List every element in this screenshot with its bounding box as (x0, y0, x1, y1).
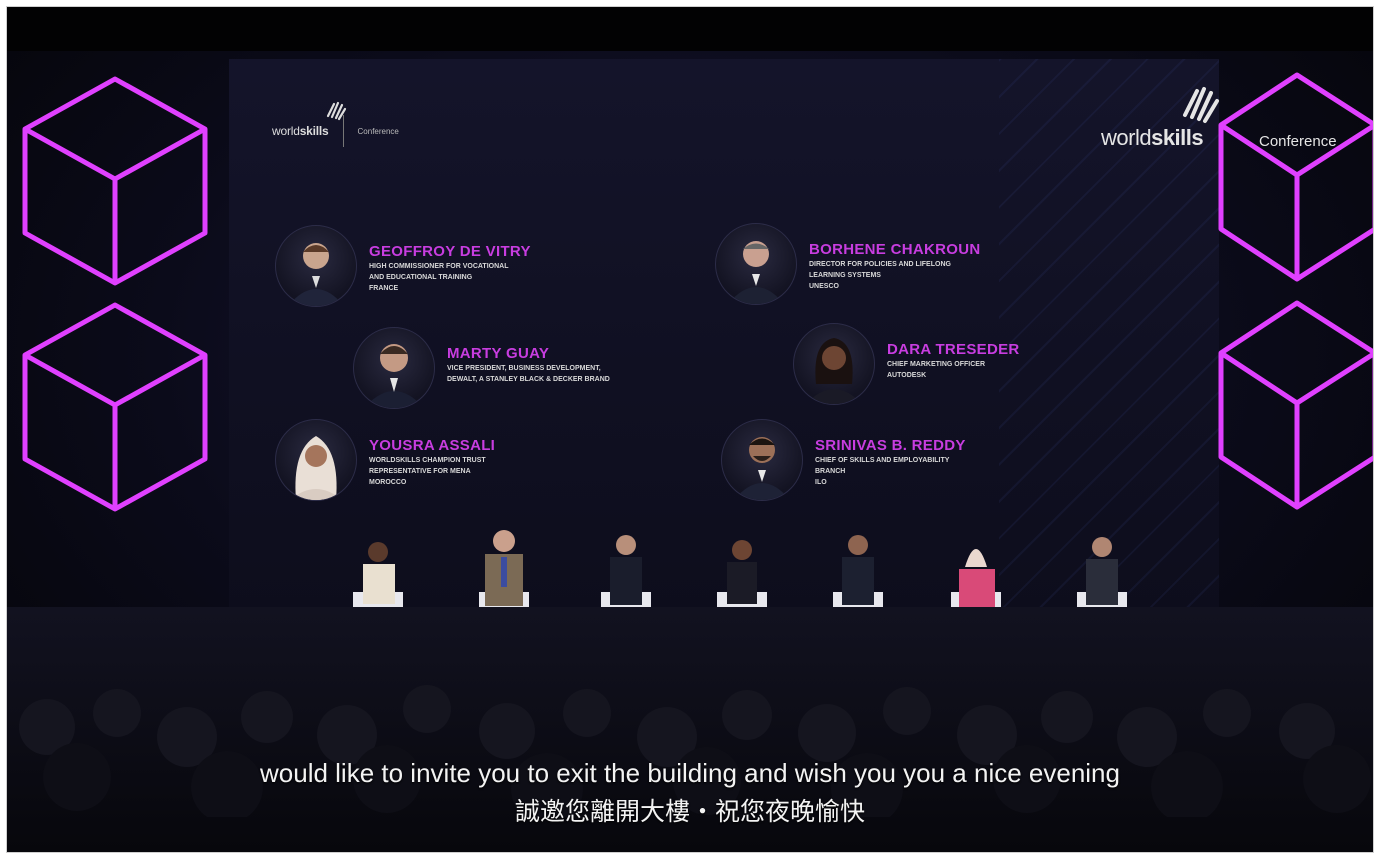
logo-wordmark: worldskills (1101, 125, 1204, 150)
hexagon-cube-icon (1218, 72, 1373, 282)
logo-subtitle: Conference (357, 126, 399, 136)
logo-subtitle: Conference (1259, 133, 1337, 150)
speaker-role-line: CHIEF MARKETING OFFICER (887, 361, 985, 368)
speaker-card: MARTY GUAY VICE PRESIDENT, BUSINESS DEVE… (353, 327, 610, 409)
subtitle-chinese: 誠邀您離開大樓・祝您夜晚愉快 (514, 798, 865, 826)
speaker-name: BORHENE CHAKROUN (809, 241, 981, 258)
video-frame[interactable]: worldskills Conference worldskills Confe… (6, 6, 1374, 853)
speaker-role-line: UNESCO (809, 283, 839, 290)
speaker-role-line: BRANCH (815, 468, 846, 475)
speaker-role-line: FRANCE (369, 285, 399, 292)
hexagon-cube-icon (1218, 300, 1373, 510)
speaker-card: DARA TRESEDER CHIEF MARKETING OFFICER AU… (793, 323, 1020, 405)
hexagon-cube-icon (22, 76, 208, 286)
letterbox-top (7, 7, 1373, 51)
speaker-role-line: AND EDUCATIONAL TRAINING (369, 274, 473, 281)
hand-logo-icon (326, 101, 347, 121)
avatar (721, 419, 803, 501)
speaker-role-line: VICE PRESIDENT, BUSINESS DEVELOPMENT, (447, 365, 601, 372)
speaker-name: SRINIVAS B. REDDY (815, 437, 966, 454)
speaker-card: SRINIVAS B. REDDY CHIEF OF SKILLS AND EM… (721, 419, 966, 501)
speaker-role-line: ILO (815, 479, 827, 486)
speaker-role-line: MOROCCO (369, 479, 407, 486)
speaker-role-line: WORLDSKILLS CHAMPION TRUST (369, 457, 486, 464)
speaker-role-line: LEARNING SYSTEMS (809, 272, 881, 279)
speaker-role-line: REPRESENTATIVE FOR MENA (369, 468, 471, 475)
speaker-name: MARTY GUAY (447, 345, 550, 362)
avatar (275, 225, 357, 307)
avatar (715, 223, 797, 305)
speaker-name: YOUSRA ASSALI (369, 437, 496, 454)
avatar (353, 327, 435, 409)
hexagon-cube-icon (22, 302, 208, 512)
speaker-role-line: HIGH COMMISSIONER FOR VOCATIONAL (369, 263, 509, 270)
avatar (275, 419, 357, 501)
speaker-role-line: AUTODESK (887, 372, 927, 379)
speaker-role-line: CHIEF OF SKILLS AND EMPLOYABILITY (815, 457, 950, 464)
logo-wordmark: worldskills (272, 124, 329, 138)
avatar (793, 323, 875, 405)
subtitles: would like to invite you to exit the bui… (7, 757, 1373, 829)
speaker-card: YOUSRA ASSALI WORLDSKILLS CHAMPION TRUST… (275, 419, 495, 501)
speaker-role-line: DIRECTOR FOR POLICIES AND LIFELONG (809, 261, 951, 268)
speaker-card: BORHENE CHAKROUN DIRECTOR FOR POLICIES A… (715, 223, 980, 305)
speaker-card: GEOFFROY DE VITRY HIGH COMMISSIONER FOR … (275, 225, 531, 307)
speaker-role-line: DEWALT, A STANLEY BLACK & DECKER BRAND (447, 376, 610, 383)
speaker-name: GEOFFROY DE VITRY (369, 243, 531, 260)
hand-logo-icon (1183, 87, 1219, 123)
speaker-name: DARA TRESEDER (887, 341, 1020, 358)
screen-logo: worldskills Conference (272, 101, 399, 147)
subtitle-english: would like to invite you to exit the bui… (260, 758, 1120, 788)
